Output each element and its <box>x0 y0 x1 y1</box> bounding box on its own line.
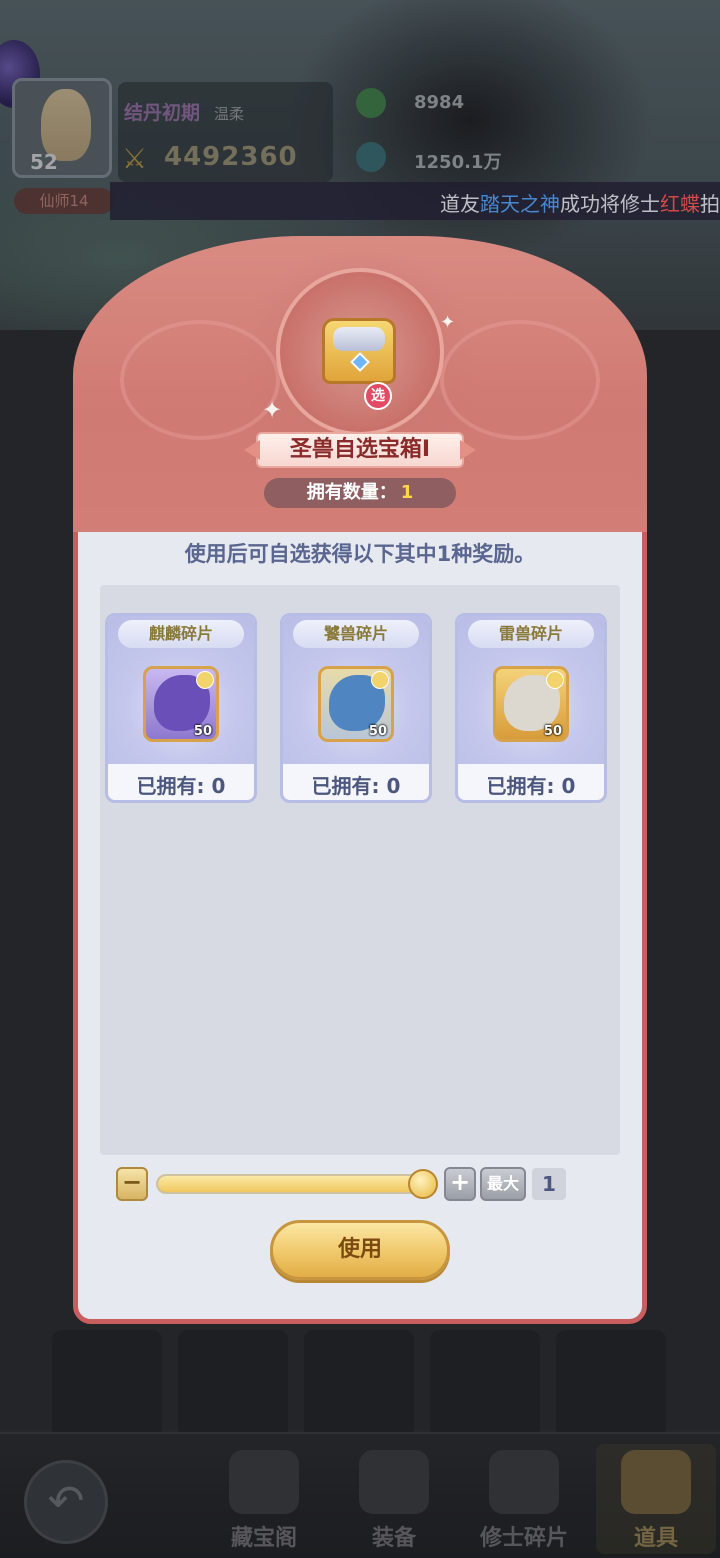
taotie-fragment-icon: 50 <box>318 666 394 742</box>
reward-card-taotie[interactable]: 饕兽碎片 50 已拥有: 0 <box>280 613 432 803</box>
select-badge: 选 <box>364 382 392 410</box>
slider-fill <box>158 1176 422 1192</box>
cloud-swirl-decoration <box>440 320 600 440</box>
reward-name: 饕兽碎片 <box>293 620 419 648</box>
decrease-button[interactable]: − <box>116 1167 148 1201</box>
reward-card-qilin[interactable]: 麒麟碎片 50 已拥有: 0 <box>105 613 257 803</box>
sparkle-icon: ✦ <box>262 396 283 424</box>
reward-owned-count: 已拥有: 0 <box>311 774 401 798</box>
reward-card-thunder-beast[interactable]: 雷兽碎片 50 已拥有: 0 <box>455 613 607 803</box>
reward-quantity: 50 <box>368 724 387 739</box>
max-button[interactable]: 最大 <box>480 1167 526 1201</box>
fragment-badge-icon <box>546 671 564 689</box>
quantity-value: 1 <box>532 1168 566 1200</box>
owned-quantity: 拥有数量： 1 <box>264 478 456 508</box>
reward-owned-count: 已拥有: 0 <box>486 774 576 798</box>
fragment-badge-icon <box>371 671 389 689</box>
dialog-description: 使用后可自选获得以下其中1种奖励。 <box>184 542 536 566</box>
fragment-badge-icon <box>196 671 214 689</box>
reward-quantity: 50 <box>193 724 212 739</box>
reward-name: 麒麟碎片 <box>118 620 244 648</box>
quantity-slider[interactable] <box>156 1174 424 1194</box>
cloud-swirl-decoration <box>120 320 280 440</box>
use-button[interactable]: 使用 <box>270 1220 450 1280</box>
treasure-chest-icon <box>322 318 396 384</box>
owned-count: 1 <box>400 482 414 503</box>
item-title: 圣兽自选宝箱Ⅰ <box>256 432 464 468</box>
slider-handle[interactable] <box>408 1169 438 1199</box>
owned-label: 拥有数量： <box>306 482 397 503</box>
reward-owned-count: 已拥有: 0 <box>136 774 226 798</box>
chest-gem <box>350 352 370 372</box>
increase-button[interactable]: + <box>444 1167 476 1201</box>
reward-name: 雷兽碎片 <box>468 620 594 648</box>
sparkle-icon: ✦ <box>440 312 456 333</box>
reward-quantity: 50 <box>543 724 562 739</box>
thunder-beast-fragment-icon: 50 <box>493 666 569 742</box>
qilin-fragment-icon: 50 <box>143 666 219 742</box>
chest-lid <box>333 327 385 351</box>
